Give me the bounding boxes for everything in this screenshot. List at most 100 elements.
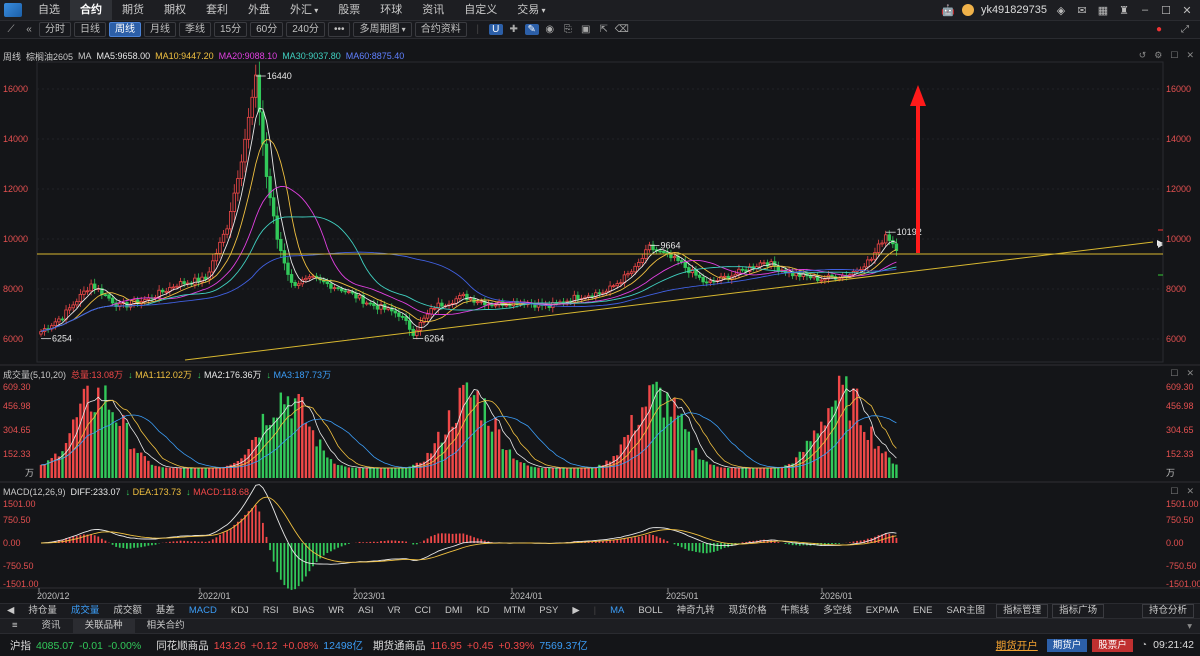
indicator-item[interactable]: 成交额	[106, 604, 149, 618]
macd-bar	[652, 535, 654, 543]
ticker-item[interactable]: 沪指4085.07-0.01-0.00%	[10, 638, 146, 653]
volume-bar	[165, 468, 167, 478]
vol-unit-right: 万	[1166, 468, 1175, 478]
indicator-manage-button[interactable]: 指标管理	[996, 604, 1048, 618]
panel-max-icon[interactable]: ☐	[1170, 486, 1178, 497]
back-icon[interactable]: ↺	[1139, 50, 1147, 61]
volume-bar	[648, 385, 650, 478]
volume-bar	[169, 468, 171, 478]
macd-bar	[706, 543, 708, 553]
macd-bar	[366, 542, 368, 543]
macd-bar	[717, 543, 719, 551]
candle-body	[462, 294, 465, 295]
panel-close-icon[interactable]: ✕	[1186, 368, 1194, 379]
volume-bar	[68, 433, 70, 478]
macd-bar	[115, 543, 117, 547]
indicator-item[interactable]: ASI	[351, 604, 380, 618]
volume-bar	[262, 414, 264, 478]
candle-body	[433, 308, 436, 309]
macd-bar	[155, 543, 157, 545]
macd-bar	[638, 537, 640, 543]
indicator-item[interactable]: 现货价格	[722, 604, 774, 618]
ticker-pct: -0.00%	[108, 640, 141, 652]
volume-bar	[509, 449, 511, 478]
indicator-item[interactable]: KDJ	[224, 604, 256, 618]
volume-bar	[462, 385, 464, 478]
volume-bar	[566, 468, 568, 478]
indicator-item[interactable]: DMI	[438, 604, 469, 618]
indicator-item[interactable]: MA	[603, 604, 631, 618]
info-tab[interactable]: 关联品种	[73, 619, 135, 633]
legend-period: 周线	[3, 50, 21, 63]
volume-bar	[587, 468, 589, 478]
indicator-item[interactable]: 牛熊线	[774, 604, 817, 618]
indicator-item[interactable]: BIAS	[286, 604, 322, 618]
indicator-item[interactable]: MACD	[182, 604, 224, 618]
info-tab[interactable]: 资讯	[30, 619, 73, 633]
legend-symbol[interactable]: 棕榈油2605	[26, 50, 73, 63]
macd-dea: ↓ DEA:173.73	[126, 487, 182, 497]
macd-bar	[631, 538, 633, 543]
indicator-item[interactable]: 多空线	[816, 604, 859, 618]
indicator-item[interactable]: KD	[469, 604, 496, 618]
macd-name[interactable]: MACD(12,26,9)	[3, 487, 66, 497]
indicator-item[interactable]: CCI	[408, 604, 438, 618]
volume-bar	[845, 376, 847, 478]
candle-body	[509, 305, 512, 306]
candle-body	[505, 305, 508, 306]
ticker-item[interactable]: 同花顺商品143.26+0.12+0.08%12498亿	[156, 638, 363, 653]
candle-body	[888, 235, 891, 241]
panel-max-icon[interactable]: ☐	[1170, 368, 1178, 379]
indicator-item[interactable]: 神奇九转	[670, 604, 722, 618]
macd-bar	[391, 540, 393, 543]
macd-panel-icons: ☐ ✕	[1170, 486, 1194, 497]
settings-icon[interactable]: ⚙	[1154, 50, 1162, 61]
info-tab-bar: ≡ 资讯关联品种相关合约 ▾	[0, 618, 1200, 633]
macd-bar	[255, 505, 257, 543]
indicator-item[interactable]: MTM	[497, 604, 533, 618]
volume-bar	[698, 459, 700, 478]
indicator-item[interactable]: 基差	[149, 604, 182, 618]
candle-body	[598, 293, 601, 294]
panel-max-icon[interactable]: ☐	[1170, 50, 1178, 61]
indicator-item[interactable]: RSI	[256, 604, 286, 618]
macd-bar	[620, 540, 622, 543]
indicator-item[interactable]: 持仓量	[21, 604, 64, 618]
ind-nav-right-icon[interactable]: ▶	[565, 604, 586, 618]
info-expand-icon[interactable]: ≡	[0, 619, 30, 633]
info-tab[interactable]: 相关合约	[135, 619, 197, 633]
panel-close-icon[interactable]: ✕	[1186, 486, 1194, 497]
indicator-item[interactable]: ENE	[906, 604, 940, 618]
macd-bar	[888, 534, 890, 543]
indicator-item[interactable]: VR	[380, 604, 407, 618]
macd-bar	[856, 541, 858, 543]
chart-canvas[interactable]: 6000600080008000100001000012000120001400…	[0, 0, 1200, 655]
ind-nav-left-icon[interactable]: ◀	[0, 604, 21, 618]
vol-name[interactable]: 成交量(5,10,20)	[3, 368, 66, 381]
indicator-left-list: 持仓量成交量成交额基差MACDKDJRSIBIASWRASIVRCCIDMIKD…	[21, 604, 565, 618]
indicator-item[interactable]: WR	[321, 604, 351, 618]
info-collapse-icon[interactable]: ▾	[1187, 621, 1200, 632]
candle-body	[741, 269, 744, 270]
indicator-item[interactable]: BOLL	[631, 604, 669, 618]
volume-bar	[555, 468, 557, 478]
position-analysis-button[interactable]: 持仓分析	[1142, 604, 1194, 618]
indicator-item[interactable]: 成交量	[64, 604, 107, 618]
macd-bar	[720, 543, 722, 549]
indicator-item[interactable]: EXPMA	[859, 604, 906, 618]
indicator-item[interactable]: SAR主图	[940, 604, 993, 618]
panel-close-icon[interactable]: ✕	[1186, 50, 1194, 61]
futures-user-button[interactable]: 期货户	[1047, 639, 1088, 652]
ticker-item[interactable]: 期货通商品116.95+0.45+0.39%7569.37亿	[373, 638, 588, 653]
volume-bar	[337, 465, 339, 478]
open-account-link[interactable]: 期货开户	[996, 638, 1038, 653]
macd-bar	[455, 534, 457, 543]
macd-bar	[205, 542, 207, 543]
volume-bar	[824, 425, 826, 478]
candle-body	[405, 317, 408, 321]
candle-body	[165, 291, 168, 292]
volume-bar	[247, 449, 249, 478]
indicator-plaza-button[interactable]: 指标广场	[1052, 604, 1104, 618]
stock-user-button[interactable]: 股票户	[1092, 639, 1133, 652]
indicator-item[interactable]: PSY	[532, 604, 565, 618]
